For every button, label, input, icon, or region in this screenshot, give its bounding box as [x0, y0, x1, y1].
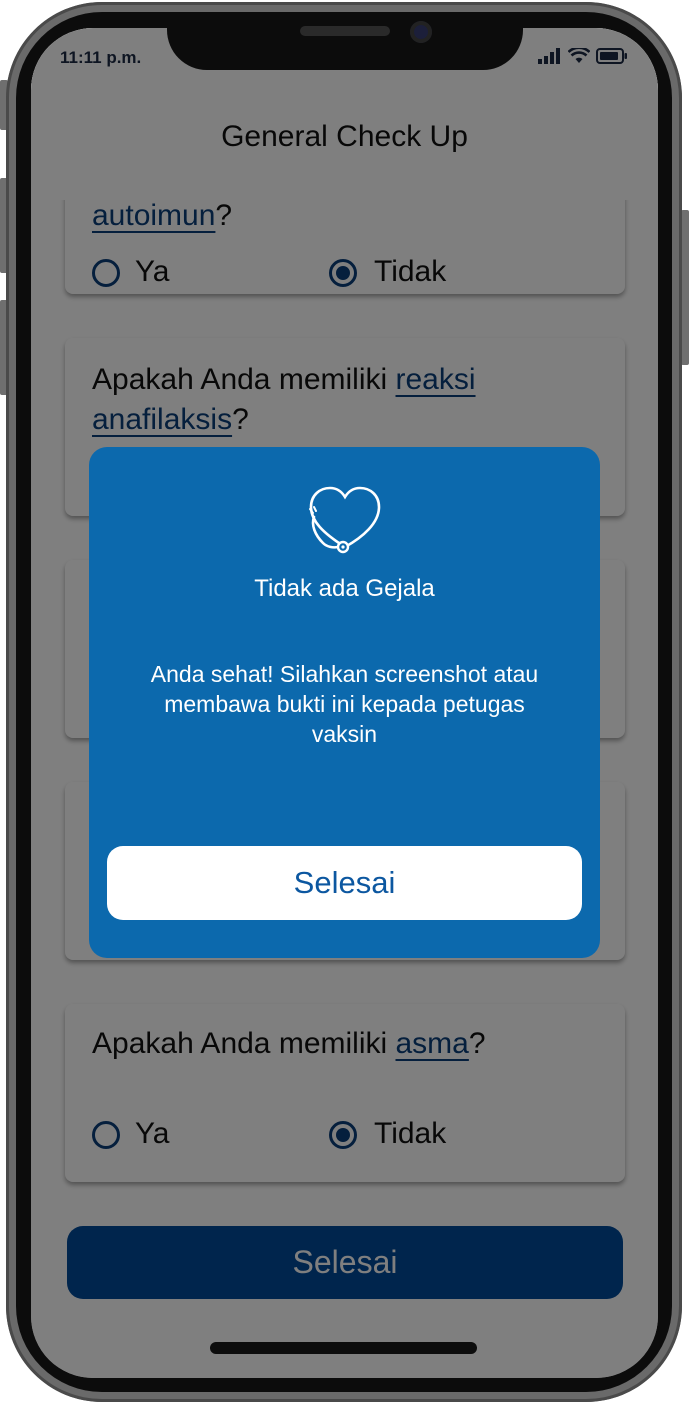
dialog-title: Tidak ada Gejala: [254, 575, 435, 602]
phone-notch: [167, 12, 523, 70]
power-button: [681, 210, 689, 365]
front-camera: [410, 21, 432, 43]
heart-stethoscope-icon: [309, 486, 381, 554]
dialog-finish-button[interactable]: Selesai: [107, 846, 582, 920]
speaker: [300, 26, 390, 36]
dialog-message: Anda sehat! Silahkan screenshot atau mem…: [150, 661, 539, 747]
result-dialog: Tidak ada Gejala Anda sehat! Silahkan sc…: [89, 447, 600, 958]
